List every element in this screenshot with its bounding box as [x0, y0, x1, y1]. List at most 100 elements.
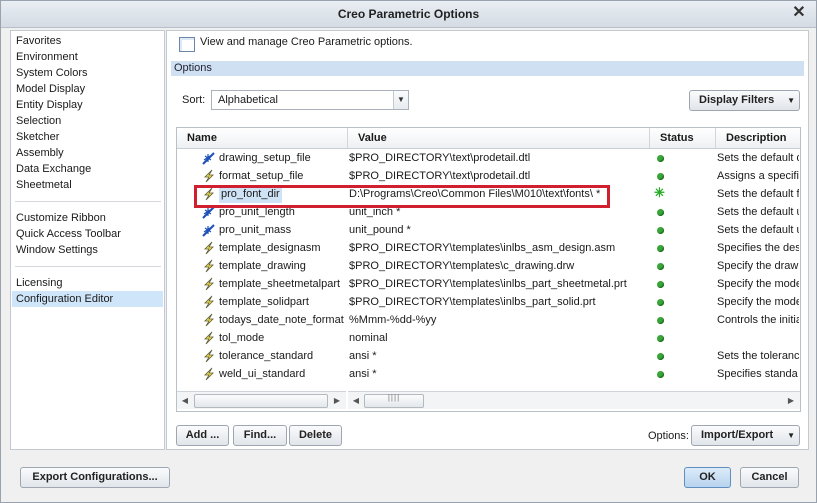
option-description: Specify the mode [717, 296, 799, 308]
import-export-label: Import/Export [701, 429, 774, 441]
table-row[interactable]: weld_ui_standard ansi * Specifies standa [177, 365, 800, 383]
option-name[interactable]: format_setup_file [219, 167, 346, 185]
option-name[interactable]: pro_font_dir [219, 185, 282, 203]
table-row[interactable]: tol_mode nominal [177, 329, 800, 347]
sidebar-item-quick-access-toolbar[interactable]: Quick Access Toolbar [16, 226, 161, 242]
sidebar-item-model-display[interactable]: Model Display [16, 81, 161, 97]
scroll-right-icon[interactable]: ▶ [784, 392, 798, 409]
sidebar-item-licensing[interactable]: Licensing [16, 275, 161, 291]
option-name[interactable]: template_drawing [219, 257, 346, 275]
status-ok-icon [657, 155, 664, 162]
option-name[interactable]: template_solidpart [219, 293, 346, 311]
find-button[interactable]: Find... [233, 425, 287, 446]
table-row[interactable]: template_solidpart $PRO_DIRECTORY\templat… [177, 293, 800, 311]
scroll-left-icon[interactable]: ◀ [178, 392, 192, 409]
table-row[interactable]: pro_unit_length unit_inch * Sets the defau… [177, 203, 800, 221]
option-name[interactable]: pro_unit_mass [219, 221, 346, 239]
column-header-value[interactable]: Value [348, 128, 650, 148]
delete-button[interactable]: Delete [289, 425, 342, 446]
option-value[interactable]: nominal [349, 329, 647, 347]
ok-button[interactable]: OK [684, 467, 731, 488]
option-description: Sets the default u [717, 206, 799, 218]
option-name[interactable]: template_designasm [219, 239, 346, 257]
option-description: Specifies the des [717, 242, 799, 254]
column-header-name[interactable]: Name [177, 128, 348, 148]
option-value[interactable]: $PRO_DIRECTORY\templates\inlbs_part_shee… [349, 275, 647, 293]
column-header-status[interactable]: Status [650, 128, 716, 148]
modified-option-icon [202, 223, 216, 237]
option-value[interactable]: $PRO_DIRECTORY\templates\inlbs_asm_desig… [349, 239, 647, 257]
name-column-scrollbar[interactable]: ◀ ▶ [177, 391, 346, 409]
option-value[interactable]: $PRO_DIRECTORY\templates\inlbs_part_soli… [349, 293, 647, 311]
sort-select[interactable]: Alphabetical ▼ [211, 90, 409, 110]
scroll-thumb[interactable]: |||| [364, 393, 424, 408]
option-name[interactable]: todays_date_note_format [219, 311, 346, 329]
sidebar-item-customize-ribbon[interactable]: Customize Ribbon [16, 210, 161, 226]
sidebar-item-sheetmetal[interactable]: Sheetmetal [16, 177, 161, 193]
sidebar-item-selection[interactable]: Selection [16, 113, 161, 129]
scroll-right-icon[interactable]: ▶ [330, 392, 344, 409]
option-description: Controls the initia [717, 314, 799, 326]
table-row[interactable]: tolerance_standard ansi * Sets the toleran… [177, 347, 800, 365]
status-ok-icon [657, 209, 664, 216]
option-value[interactable]: $PRO_DIRECTORY\text\prodetail.dtl [349, 167, 647, 185]
sidebar-item-sketcher[interactable]: Sketcher [16, 129, 161, 145]
option-name[interactable]: pro_unit_length [219, 203, 346, 221]
status-ok-icon [657, 281, 664, 288]
cancel-button[interactable]: Cancel [740, 467, 799, 488]
options-sidebar: Favorites Environment System Colors Model D… [10, 30, 165, 450]
option-value[interactable]: %Mmm-%dd-%yy [349, 311, 647, 329]
table-row[interactable]: pro_unit_mass unit_pound * Sets the defaul… [177, 221, 800, 239]
table-row[interactable]: todays_date_note_format %Mmm-%dd-%yy Contr… [177, 311, 800, 329]
scroll-thumb[interactable] [194, 394, 328, 408]
option-description: Sets the toleranc [717, 350, 799, 362]
scroll-left-icon[interactable]: ◀ [349, 392, 363, 409]
option-name[interactable]: tolerance_standard [219, 347, 346, 365]
column-header-description[interactable]: Description [716, 128, 800, 148]
option-value[interactable]: ansi * [349, 365, 647, 383]
option-description: Sets the default d [717, 152, 799, 164]
sidebar-item-system-colors[interactable]: System Colors [16, 65, 161, 81]
option-name[interactable]: tol_mode [219, 329, 346, 347]
display-filters-label: Display Filters [699, 94, 775, 106]
value-column-scrollbar[interactable]: ◀ ▶ |||| [348, 391, 800, 409]
sidebar-item-favorites[interactable]: Favorites [16, 33, 161, 49]
section-header: Options [171, 61, 804, 76]
status-ok-icon [657, 173, 664, 180]
table-row[interactable]: pro_font_dir D:\Programs\Creo\Common File… [177, 185, 800, 203]
sidebar-divider [15, 201, 161, 202]
option-name[interactable]: weld_ui_standard [219, 365, 346, 383]
config-table: Name Value Status Description drawing_se… [176, 127, 801, 412]
option-value[interactable]: unit_inch * [349, 203, 647, 221]
lightning-icon [202, 169, 216, 183]
option-value[interactable]: $PRO_DIRECTORY\templates\c_drawing.drw [349, 257, 647, 275]
sidebar-item-environment[interactable]: Environment [16, 49, 161, 65]
table-row[interactable]: template_designasm $PRO_DIRECTORY\templat… [177, 239, 800, 257]
status-ok-icon [657, 371, 664, 378]
sidebar-item-entity-display[interactable]: Entity Display [16, 97, 161, 113]
table-row[interactable]: drawing_setup_file $PRO_DIRECTORY\text\pr… [177, 149, 800, 167]
modified-option-icon [202, 151, 216, 165]
table-row[interactable]: format_setup_file $PRO_DIRECTORY\text\pro… [177, 167, 800, 185]
option-name[interactable]: template_sheetmetalpart [219, 275, 346, 293]
option-description [717, 329, 799, 347]
option-value[interactable]: $PRO_DIRECTORY\text\prodetail.dtl [349, 149, 647, 167]
export-configurations-button[interactable]: Export Configurations... [20, 467, 170, 488]
sidebar-item-configuration-editor[interactable]: Configuration Editor [12, 291, 163, 307]
sidebar-item-data-exchange[interactable]: Data Exchange [16, 161, 161, 177]
sidebar-item-window-settings[interactable]: Window Settings [16, 242, 161, 258]
option-value[interactable]: D:\Programs\Creo\Common Files\M010\text\… [349, 185, 647, 203]
sidebar-item-assembly[interactable]: Assembly [16, 145, 161, 161]
option-value[interactable]: unit_pound * [349, 221, 647, 239]
display-filters-button[interactable]: Display Filters ▼ [689, 90, 800, 111]
status-ok-icon [657, 263, 664, 270]
table-row[interactable]: template_drawing $PRO_DIRECTORY\templates… [177, 257, 800, 275]
add-button[interactable]: Add ... [176, 425, 229, 446]
import-export-button[interactable]: Import/Export ▼ [691, 425, 800, 446]
option-value[interactable]: ansi * [349, 347, 647, 365]
status-ok-icon [657, 299, 664, 306]
options-dialog: Creo Parametric Options ✕ Favorites Envir… [0, 0, 817, 503]
close-icon[interactable]: ✕ [790, 4, 808, 22]
option-name[interactable]: drawing_setup_file [219, 149, 346, 167]
table-row[interactable]: template_sheetmetalpart $PRO_DIRECTORY\te… [177, 275, 800, 293]
